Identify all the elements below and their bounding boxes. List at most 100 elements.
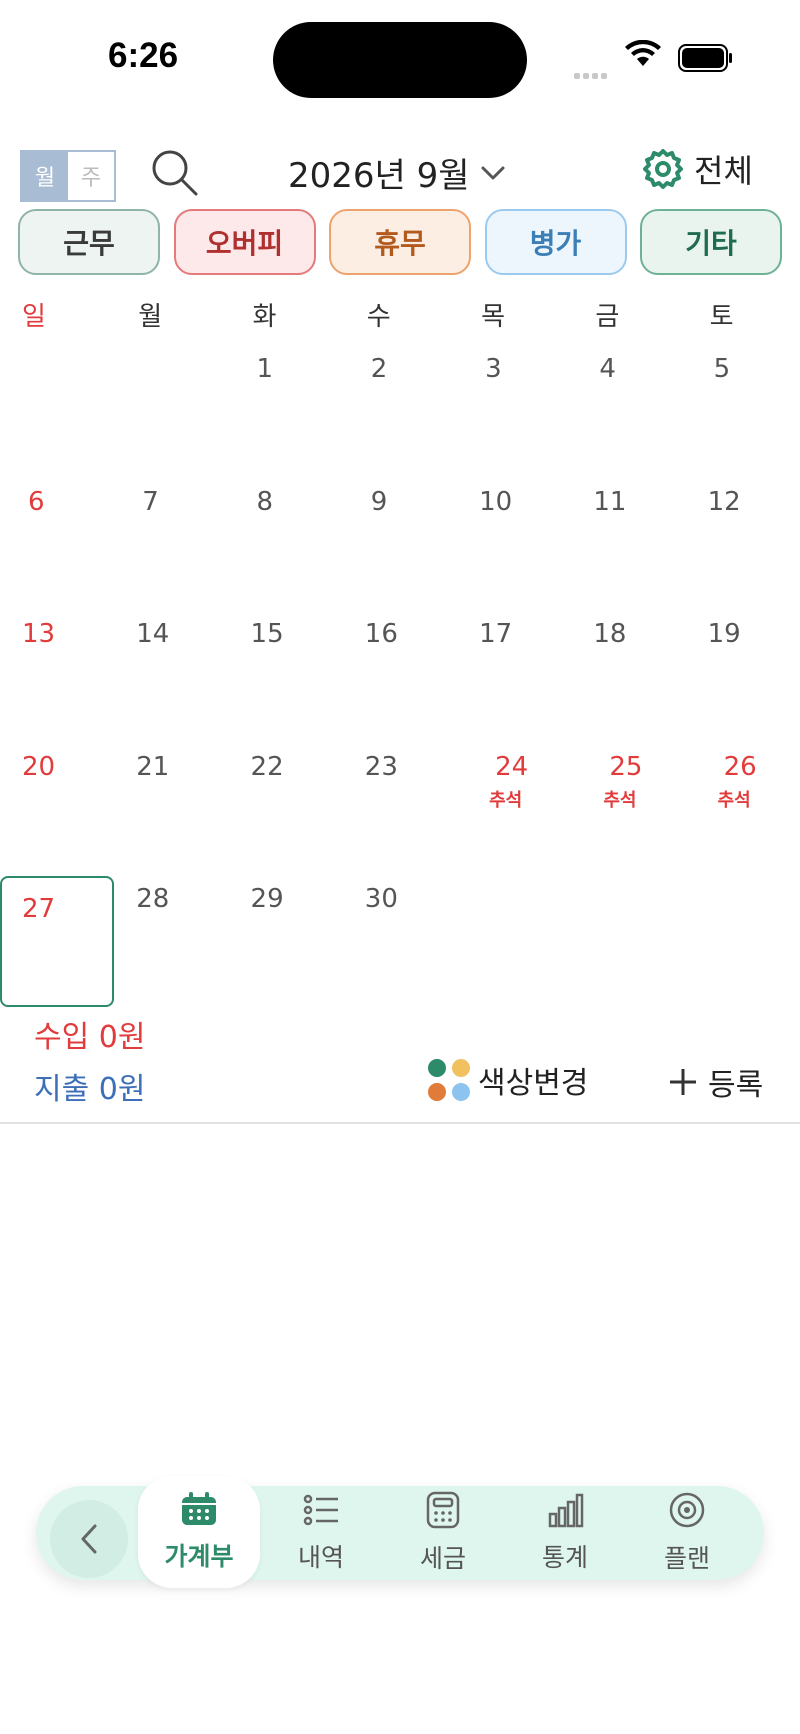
calendar-day-cell[interactable]: 30	[343, 878, 457, 1011]
back-button[interactable]	[50, 1500, 128, 1578]
day-number: 9	[370, 486, 388, 517]
calendar-day-cell[interactable]: 17	[457, 613, 571, 746]
day-number: 30	[364, 884, 398, 914]
tab-label: 세금	[419, 1544, 466, 1573]
calendar-day-cell[interactable]: 5	[686, 348, 800, 481]
income-summary: 수입 0원	[34, 1020, 146, 1055]
day-number: 1	[256, 354, 274, 384]
day-number: 25	[609, 751, 643, 782]
category-chip-0[interactable]: 근무	[18, 209, 160, 275]
tab-calendar[interactable]: 가계부	[138, 1476, 260, 1588]
category-chip-2[interactable]: 휴무	[329, 209, 471, 275]
calendar-week: 20 21 22 23 24 추석 25 추석 26 추석	[0, 746, 800, 879]
tab-target[interactable]: 플랜	[626, 1486, 748, 1580]
day-number: 7	[142, 486, 159, 517]
weekday-label: 목	[481, 302, 505, 332]
search-icon[interactable]	[150, 148, 200, 198]
divider	[0, 1122, 800, 1124]
day-number: 3	[485, 354, 502, 384]
day-number: 10	[479, 486, 513, 517]
calendar-day-cell[interactable]: 14	[114, 613, 228, 746]
chevron-left-icon	[81, 1524, 97, 1554]
color-dot	[428, 1059, 446, 1077]
calendar-day-cell[interactable]: 7	[114, 481, 228, 614]
day-number: 20	[22, 751, 56, 782]
day-number: 18	[593, 619, 627, 649]
view-toggle[interactable]: 월 주	[20, 150, 116, 202]
day-number: 8	[256, 486, 274, 517]
calendar-day-cell[interactable]: 3	[457, 348, 571, 481]
calendar-day-cell[interactable]: 26 추석	[686, 746, 800, 879]
target-icon	[668, 1491, 706, 1535]
calendar-day-cell[interactable]: 15	[229, 613, 343, 746]
calendar-day-cell[interactable]: 9	[343, 481, 457, 614]
weekday-label: 토	[709, 302, 734, 332]
color-change-button[interactable]: 색상변경	[428, 1058, 588, 1102]
calendar-day-cell[interactable]: 22	[229, 746, 343, 879]
calendar-day-cell	[571, 878, 685, 1011]
calendar-day-cell[interactable]: 20	[0, 746, 114, 879]
expense-summary: 지출 0원	[34, 1072, 146, 1107]
tab-calculator[interactable]: 세금	[382, 1486, 504, 1580]
category-chip-3[interactable]: 병가	[484, 209, 627, 275]
calendar-day-cell[interactable]: 24 추석	[457, 746, 571, 879]
day-number: 26	[723, 751, 757, 782]
day-number: 4	[599, 354, 616, 384]
day-number: 16	[364, 619, 398, 649]
day-number: 12	[707, 486, 741, 517]
chevron-down-icon	[481, 166, 505, 179]
day-number: 22	[250, 751, 284, 782]
calendar-day-cell[interactable]: 12	[686, 481, 800, 614]
calendar-day-cell[interactable]: 10	[457, 481, 571, 614]
month-title: 2026년 9월	[288, 156, 470, 196]
calendar-day-cell[interactable]: 28	[114, 878, 228, 1011]
filter-label: 전체	[694, 152, 753, 190]
week-view-toggle[interactable]: 주	[68, 152, 114, 200]
register-button[interactable]: 등록	[668, 1060, 763, 1104]
day-number: 24	[495, 751, 529, 782]
day-number: 11	[593, 486, 627, 517]
calendar-week: 13 14 15 16 17 18 19	[0, 613, 800, 746]
calendar-week: 1 2 3 4 5	[0, 348, 800, 481]
calendar-day-cell	[686, 878, 800, 1011]
calendar-day-cell[interactable]: 8	[229, 481, 343, 614]
category-chip-1[interactable]: 오버피	[173, 209, 316, 275]
tab-label: 플랜	[663, 1544, 710, 1573]
calendar-day-cell[interactable]: 11	[571, 481, 685, 614]
color-dot	[428, 1083, 446, 1101]
calendar-day-cell[interactable]: 16	[343, 613, 457, 746]
calendar-day-cell[interactable]: 19	[686, 613, 800, 746]
calendar-day-cell[interactable]: 18	[571, 613, 685, 746]
holiday-label: 추석	[603, 789, 637, 811]
calendar-day-cell[interactable]: 4	[571, 348, 685, 481]
calendar-day-cell[interactable]: 29	[229, 878, 343, 1011]
month-selector[interactable]: 2026년 9월	[288, 148, 506, 197]
calculator-icon	[424, 1491, 462, 1535]
tab-bar-chart[interactable]: 통계	[504, 1486, 626, 1580]
today-highlight	[0, 876, 114, 1007]
calendar-day-cell[interactable]: 13	[0, 613, 114, 746]
calendar-day-cell[interactable]: 25 추석	[571, 746, 685, 879]
day-number: 5	[713, 354, 731, 384]
day-number: 13	[22, 619, 56, 649]
tab-list[interactable]: 내역	[260, 1486, 382, 1580]
category-chip-4[interactable]: 기타	[640, 209, 782, 275]
calendar-day-cell	[457, 878, 571, 1011]
calendar-day-cell[interactable]: 6	[0, 481, 114, 614]
calendar-day-cell[interactable]: 2	[343, 348, 457, 481]
month-view-toggle[interactable]: 월	[22, 152, 68, 200]
calendar-day-cell[interactable]: 23	[343, 746, 457, 879]
list-icon	[302, 1492, 340, 1534]
weekday-label: 수	[366, 302, 391, 332]
day-number: 15	[250, 619, 284, 649]
wifi-icon	[625, 40, 661, 66]
holiday-label: 추석	[489, 789, 523, 811]
palette-icon	[428, 1059, 470, 1101]
calendar-day-cell	[0, 348, 114, 481]
color-dot	[452, 1059, 470, 1077]
calendar-day-cell[interactable]: 1	[229, 348, 343, 481]
filter-settings-button[interactable]: 전체	[642, 146, 753, 192]
color-change-label: 색상변경	[478, 1066, 589, 1101]
calendar-day-cell[interactable]: 21	[114, 746, 228, 879]
status-time: 6:26	[108, 36, 179, 75]
